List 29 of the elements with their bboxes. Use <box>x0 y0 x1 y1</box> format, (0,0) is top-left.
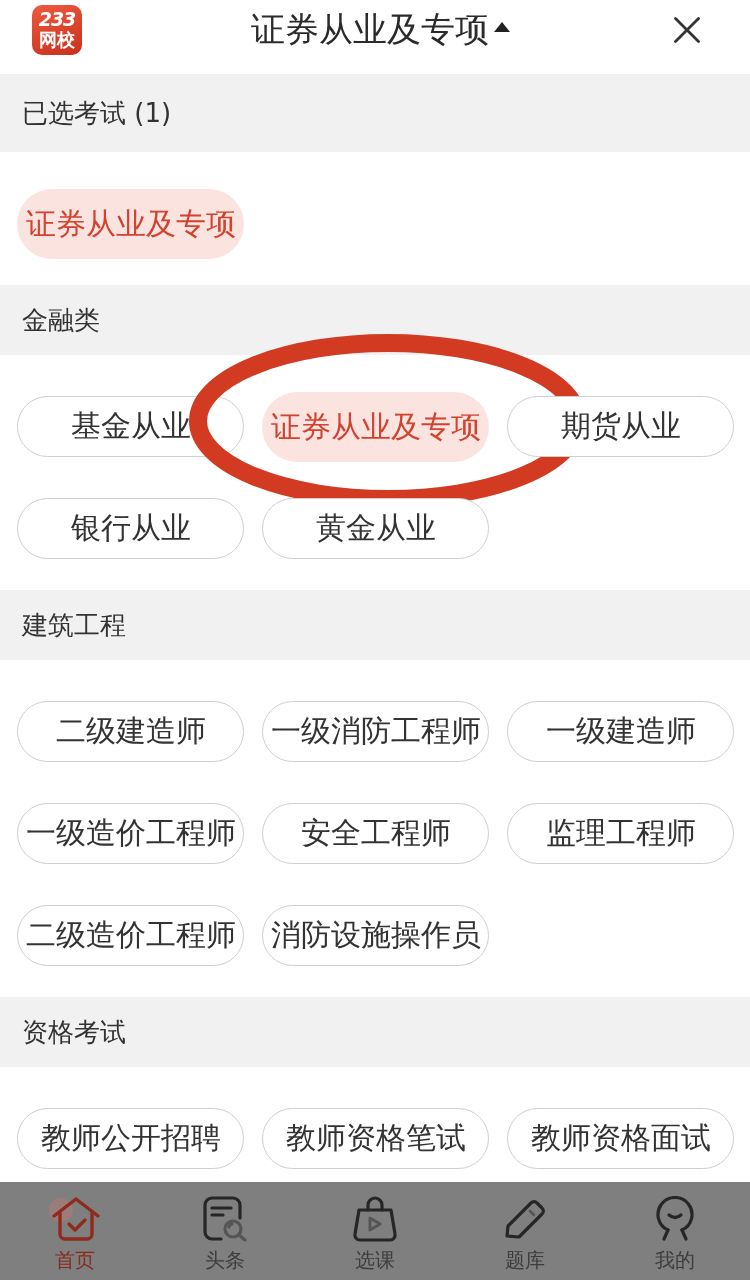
logo-number: 233 <box>38 10 76 29</box>
exam-chip[interactable]: 一级建造师 <box>507 701 734 762</box>
exam-chip[interactable]: 二级造价工程师 <box>17 905 244 966</box>
exam-chip[interactable]: 黄金从业 <box>262 498 489 559</box>
exam-chip[interactable]: 安全工程师 <box>262 803 489 864</box>
exam-chip[interactable]: 证券从业及专项 <box>17 189 244 259</box>
exam-chip[interactable]: 期货从业 <box>507 396 734 457</box>
shopping-bag-icon <box>352 1196 398 1242</box>
close-icon[interactable] <box>674 17 700 43</box>
document-search-icon <box>201 1196 249 1242</box>
exam-chip[interactable]: 证券从业及专项 <box>262 392 489 462</box>
exam-chip[interactable]: 基金从业 <box>17 396 244 457</box>
exam-chip[interactable]: 银行从业 <box>17 498 244 559</box>
exam-chip[interactable]: 教师资格笔试 <box>262 1108 489 1169</box>
house-icon <box>48 1196 102 1242</box>
exam-chip[interactable]: 一级消防工程师 <box>262 701 489 762</box>
exam-chip[interactable]: 监理工程师 <box>507 803 734 864</box>
exam-chip[interactable]: 一级造价工程师 <box>17 803 244 864</box>
logo-text: 网校 <box>39 29 75 50</box>
face-icon <box>655 1196 695 1242</box>
exam-chip[interactable]: 二级建造师 <box>17 701 244 762</box>
title-dropdown[interactable]: 证券从业及专项 <box>250 5 510 55</box>
section-header: 已选考试 (1) <box>0 74 750 152</box>
section-header: 金融类 <box>0 285 750 355</box>
exam-chip[interactable]: 消防设施操作员 <box>262 905 489 966</box>
section-header: 资格考试 <box>0 997 750 1067</box>
exam-chip[interactable]: 教师公开招聘 <box>17 1108 244 1169</box>
exam-chip[interactable]: 教师资格面试 <box>507 1108 734 1169</box>
section-header: 建筑工程 <box>0 590 750 660</box>
